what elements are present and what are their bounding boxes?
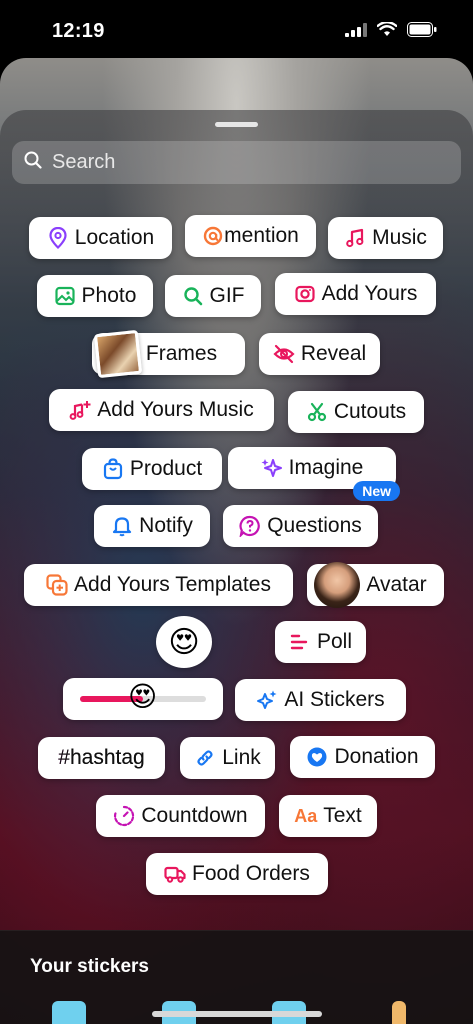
timer-icon bbox=[113, 805, 135, 827]
heart-eyes-emoji[interactable]: 😍 bbox=[128, 682, 157, 712]
saved-sticker-1[interactable] bbox=[52, 1001, 86, 1024]
bell-icon bbox=[111, 515, 133, 537]
avatar-image bbox=[314, 562, 361, 608]
cutouts-label: Cutouts bbox=[333, 400, 407, 423]
add-yours-templates-sticker[interactable]: Add Yours Templates bbox=[24, 564, 293, 606]
notify-sticker[interactable]: Notify bbox=[94, 505, 210, 547]
donation-sticker[interactable]: Donation bbox=[290, 736, 435, 778]
eye-slash-icon bbox=[273, 343, 295, 365]
text-sticker[interactable]: Aa Text bbox=[279, 795, 377, 837]
avatar-label: Avatar bbox=[366, 573, 427, 596]
new-badge: New bbox=[353, 481, 400, 501]
slider-track: 😍 bbox=[80, 682, 206, 712]
sparkles-icon bbox=[261, 457, 283, 479]
music-note-icon bbox=[344, 227, 366, 249]
reveal-sticker[interactable]: Reveal bbox=[259, 333, 380, 375]
link-chain-icon bbox=[194, 747, 216, 769]
product-sticker[interactable]: Product bbox=[82, 448, 222, 490]
question-bubble-icon bbox=[239, 515, 261, 537]
your-stickers-title: Your stickers bbox=[30, 956, 149, 977]
threads-at-icon bbox=[202, 225, 224, 247]
add-yours-music-label: Add Yours Music bbox=[97, 398, 254, 421]
product-label: Product bbox=[129, 457, 203, 480]
questions-label: Questions bbox=[267, 514, 362, 537]
text-label: Text bbox=[323, 804, 362, 827]
notify-label: Notify bbox=[139, 514, 193, 537]
search-icon bbox=[24, 151, 42, 174]
your-stickers-section: Your stickers bbox=[0, 930, 473, 1024]
emoji-slider-sticker[interactable]: 😍 bbox=[63, 678, 223, 720]
search-gif-icon bbox=[182, 285, 204, 307]
poll-bars-icon bbox=[289, 631, 311, 653]
add-yours-music-sticker[interactable]: Add Yours Music bbox=[49, 389, 274, 431]
countdown-sticker[interactable]: Countdown bbox=[96, 795, 265, 837]
search-input[interactable] bbox=[52, 151, 432, 174]
imagine-label: Imagine bbox=[288, 456, 364, 479]
status-icons bbox=[345, 20, 437, 42]
hashtag-label: #hashtag bbox=[58, 746, 145, 769]
scissors-icon bbox=[306, 401, 328, 423]
search-bar[interactable] bbox=[12, 141, 461, 184]
shopping-bag-icon bbox=[102, 458, 124, 480]
status-time: 12:19 bbox=[52, 20, 105, 42]
gif-sticker[interactable]: GIF bbox=[165, 275, 261, 317]
sheet-grabber[interactable] bbox=[215, 122, 258, 127]
battery-icon bbox=[407, 22, 437, 42]
countdown-label: Countdown bbox=[141, 804, 248, 827]
photo-sticker[interactable]: Photo bbox=[37, 275, 153, 317]
delivery-truck-icon bbox=[164, 863, 186, 885]
food-orders-label: Food Orders bbox=[192, 862, 310, 885]
cutouts-sticker[interactable]: Cutouts bbox=[288, 391, 424, 433]
donation-heart-icon bbox=[306, 746, 328, 768]
frames-photo-thumbnail bbox=[93, 329, 143, 379]
food-orders-sticker[interactable]: Food Orders bbox=[146, 853, 328, 895]
location-label: Location bbox=[74, 226, 155, 249]
link-label: Link bbox=[222, 746, 261, 769]
ai-stickers-sticker[interactable]: AI Stickers bbox=[235, 679, 406, 721]
poll-label: Poll bbox=[316, 630, 353, 653]
music-label: Music bbox=[372, 226, 427, 249]
music-sticker[interactable]: Music bbox=[328, 217, 443, 259]
location-pin-icon bbox=[47, 227, 69, 249]
saved-sticker-4[interactable] bbox=[392, 1001, 406, 1024]
link-sticker[interactable]: Link bbox=[180, 737, 275, 779]
wifi-icon bbox=[376, 20, 398, 42]
status-bar: 12:19 bbox=[0, 0, 473, 58]
location-sticker[interactable]: Location bbox=[29, 217, 172, 259]
mention-label: mention bbox=[224, 224, 299, 247]
gif-label: GIF bbox=[209, 284, 245, 307]
music-plus-icon bbox=[69, 399, 91, 421]
add-yours-sticker[interactable]: Add Yours bbox=[275, 273, 436, 315]
imagine-sticker[interactable]: Imagine New bbox=[228, 447, 400, 501]
reveal-label: Reveal bbox=[300, 342, 367, 365]
ai-stickers-label: AI Stickers bbox=[284, 688, 385, 711]
camera-icon bbox=[294, 283, 316, 305]
templates-plus-icon bbox=[46, 574, 68, 596]
poll-sticker[interactable]: Poll bbox=[275, 621, 366, 663]
emoji-reaction-sticker[interactable]: 😍 bbox=[156, 616, 212, 668]
text-aa-icon: Aa bbox=[294, 805, 318, 826]
heart-eyes-emoji: 😍 bbox=[168, 625, 200, 659]
cellular-signal-icon bbox=[345, 22, 367, 42]
image-icon bbox=[54, 285, 76, 307]
ai-sparkles-icon bbox=[256, 689, 278, 711]
frames-sticker[interactable]: Frames bbox=[92, 329, 245, 379]
questions-sticker[interactable]: Questions bbox=[223, 505, 378, 547]
donation-label: Donation bbox=[334, 745, 419, 768]
mention-sticker[interactable]: mention bbox=[185, 215, 316, 257]
frames-label: Frames bbox=[145, 342, 218, 365]
add-yours-templates-label: Add Yours Templates bbox=[74, 573, 271, 596]
avatar-sticker[interactable]: Avatar bbox=[307, 562, 444, 608]
home-indicator bbox=[152, 1011, 322, 1017]
hashtag-sticker[interactable]: #hashtag bbox=[38, 737, 165, 779]
photo-label: Photo bbox=[81, 284, 137, 307]
add-yours-label: Add Yours bbox=[321, 282, 418, 305]
